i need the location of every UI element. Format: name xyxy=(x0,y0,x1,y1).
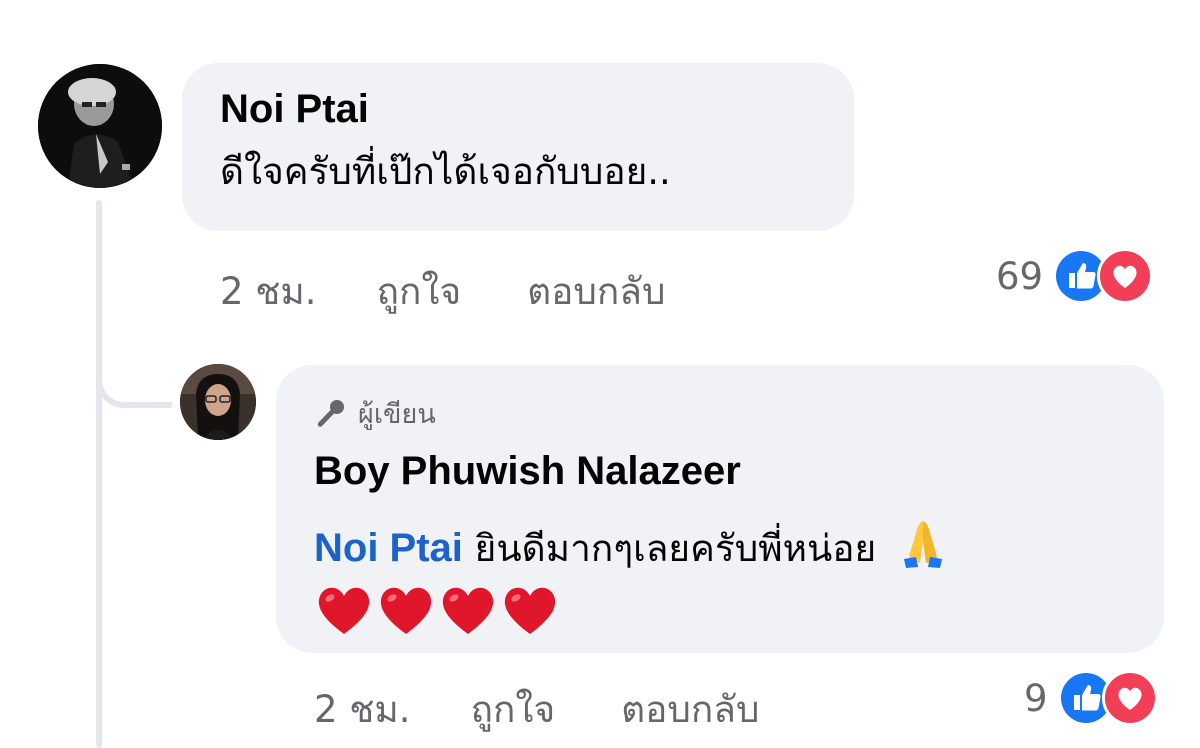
comment-author-name[interactable]: Noi Ptai xyxy=(220,85,816,133)
like-button[interactable]: ถูกใจ xyxy=(377,262,462,321)
like-button[interactable]: ถูกใจ xyxy=(471,680,556,739)
avatar[interactable] xyxy=(38,64,162,188)
reply-text: Noi Ptai ยินดีมากๆเลยครับพี่หน่อย xyxy=(314,515,1126,578)
comment-actions: 2 ชม. ถูกใจ ตอบกลับ xyxy=(220,262,665,321)
profile-photo-boy-phuwish xyxy=(180,364,256,440)
reply-button[interactable]: ตอบกลับ xyxy=(527,262,665,321)
reply-author-name[interactable]: Boy Phuwish Nalazeer xyxy=(314,447,1126,495)
love-icon xyxy=(1097,248,1154,304)
profile-photo-noi-ptai xyxy=(38,64,162,188)
reply-bubble: ผู้เขียน Boy Phuwish Nalazeer Noi Ptai ย… xyxy=(276,365,1164,653)
reaction-count: 69 xyxy=(996,254,1044,298)
love-icon xyxy=(1101,670,1158,726)
reply-actions: 2 ชม. ถูกใจ ตอบกลับ xyxy=(314,680,759,739)
heart-emoji-row xyxy=(314,582,1126,638)
heart-icon xyxy=(504,587,556,634)
thread-connector-line xyxy=(96,200,102,748)
reply-text-body: ยินดีมากๆเลยครับพี่หน่อย xyxy=(474,527,877,570)
avatar[interactable] xyxy=(180,364,256,440)
folded-hands-icon xyxy=(903,521,942,568)
reply-connector-curve xyxy=(96,330,172,408)
reply-timestamp[interactable]: 2 ชม. xyxy=(314,680,411,739)
comment-text: ดีใจครับที่เป๊กได้เจอกับบอย.. xyxy=(220,150,671,193)
reaction-summary[interactable]: 69 xyxy=(996,248,1154,304)
heart-icon xyxy=(380,587,432,634)
reaction-summary[interactable]: 9 xyxy=(1024,670,1158,726)
heart-icon xyxy=(442,587,494,634)
author-badge-label: ผู้เขียน xyxy=(358,398,436,430)
microphone-icon xyxy=(317,400,344,427)
mention-link[interactable]: Noi Ptai xyxy=(314,526,463,570)
author-badge: ผู้เขียน xyxy=(314,393,1126,433)
reply-button[interactable]: ตอบกลับ xyxy=(621,680,759,739)
reaction-count: 9 xyxy=(1024,676,1048,720)
comment-bubble: Noi Ptai ดีใจครับที่เป๊กได้เจอกับบอย.. xyxy=(182,63,854,231)
comment-timestamp[interactable]: 2 ชม. xyxy=(220,262,317,321)
comment-thread: Noi Ptai ดีใจครับที่เป๊กได้เจอกับบอย.. 2… xyxy=(0,0,1200,748)
heart-icon xyxy=(318,587,370,634)
